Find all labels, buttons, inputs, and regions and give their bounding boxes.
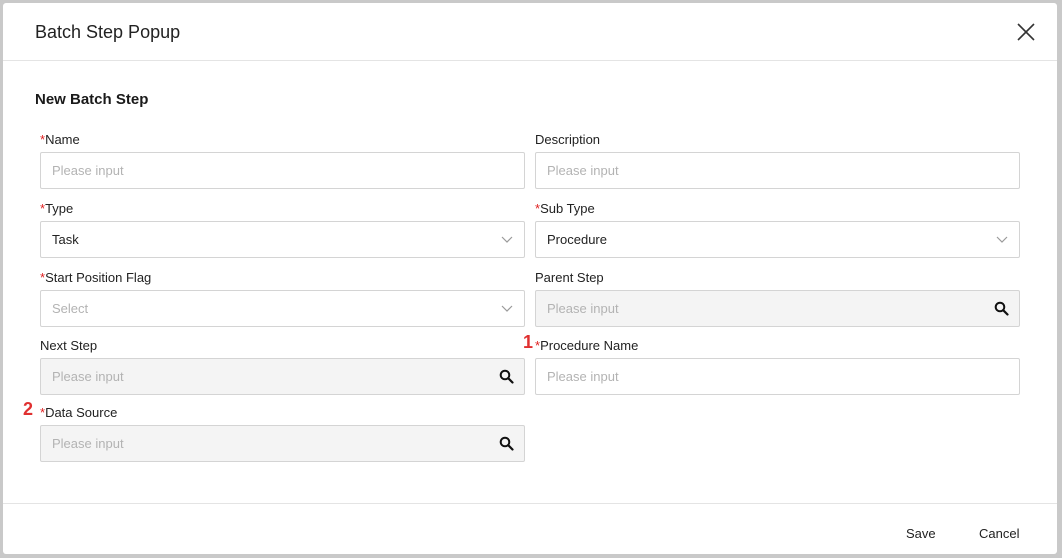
batch-step-popup: Batch Step Popup New Batch Step *Name De… [3,3,1057,554]
annotation-marker-2: 2 [23,399,34,419]
description-field: Description [535,131,1020,189]
search-icon[interactable] [499,436,514,451]
next-step-input[interactable] [52,359,472,394]
search-icon[interactable] [994,301,1009,316]
search-icon[interactable] [499,369,514,384]
section-title: New Batch Step [35,91,149,108]
procedure-name-input[interactable] [547,359,967,394]
procedure-name-input-box [535,358,1020,395]
data-source-label: *Data Source [40,404,525,422]
modal-footer: Save Cancel [3,503,1057,554]
cancel-button[interactable]: Cancel [979,526,1019,541]
start-position-flag-label-text: Start Position Flag [45,270,152,285]
modal-header: Batch Step Popup [3,3,1057,61]
chevron-down-icon [501,305,513,312]
data-source-field: 2 *Data Source [23,400,525,462]
annotation-marker-1: 1 [523,332,534,352]
procedure-name-label-text: Procedure Name [540,338,639,353]
name-input[interactable] [52,153,472,188]
parent-step-label: Parent Step [535,270,604,285]
sub-type-select[interactable]: Procedure [535,221,1020,258]
name-field: *Name [40,131,525,189]
next-step-input-box [40,358,525,395]
description-label: Description [535,132,601,147]
type-select[interactable]: Task [40,221,525,258]
name-input-box [40,152,525,189]
description-input-box [535,152,1020,189]
parent-step-input[interactable] [547,291,967,326]
procedure-name-field: 1 *Procedure Name [523,333,1020,395]
start-position-flag-label: *Start Position Flag [40,269,525,287]
start-position-flag-select[interactable]: Select [40,290,525,327]
parent-step-field: Parent Step [535,269,1020,327]
data-source-input-box [40,425,525,462]
save-button[interactable]: Save [906,526,936,541]
parent-step-input-box [535,290,1020,327]
sub-type-select-value: Procedure [547,232,607,247]
data-source-label-text: Data Source [45,405,118,420]
sub-type-label-text: Sub Type [540,201,595,216]
close-icon[interactable] [1015,21,1037,43]
chevron-down-icon [501,236,513,243]
type-label: *Type [40,200,525,218]
start-position-flag-placeholder: Select [52,301,89,316]
next-step-label: Next Step [40,338,98,353]
data-source-input[interactable] [52,426,472,461]
chevron-down-icon [996,236,1008,243]
name-label: *Name [40,131,525,149]
type-select-value: Task [52,232,79,247]
sub-type-field: *Sub Type Procedure [535,200,1020,258]
modal-title: Batch Step Popup [35,22,181,42]
type-label-text: Type [45,201,74,216]
procedure-name-label: *Procedure Name [535,337,1020,355]
description-input[interactable] [547,153,967,188]
sub-type-label: *Sub Type [535,200,1020,218]
type-field: *Type Task [40,200,525,258]
start-position-flag-field: *Start Position Flag Select [40,269,525,327]
next-step-field: Next Step [40,337,525,395]
name-label-text: Name [45,132,80,147]
